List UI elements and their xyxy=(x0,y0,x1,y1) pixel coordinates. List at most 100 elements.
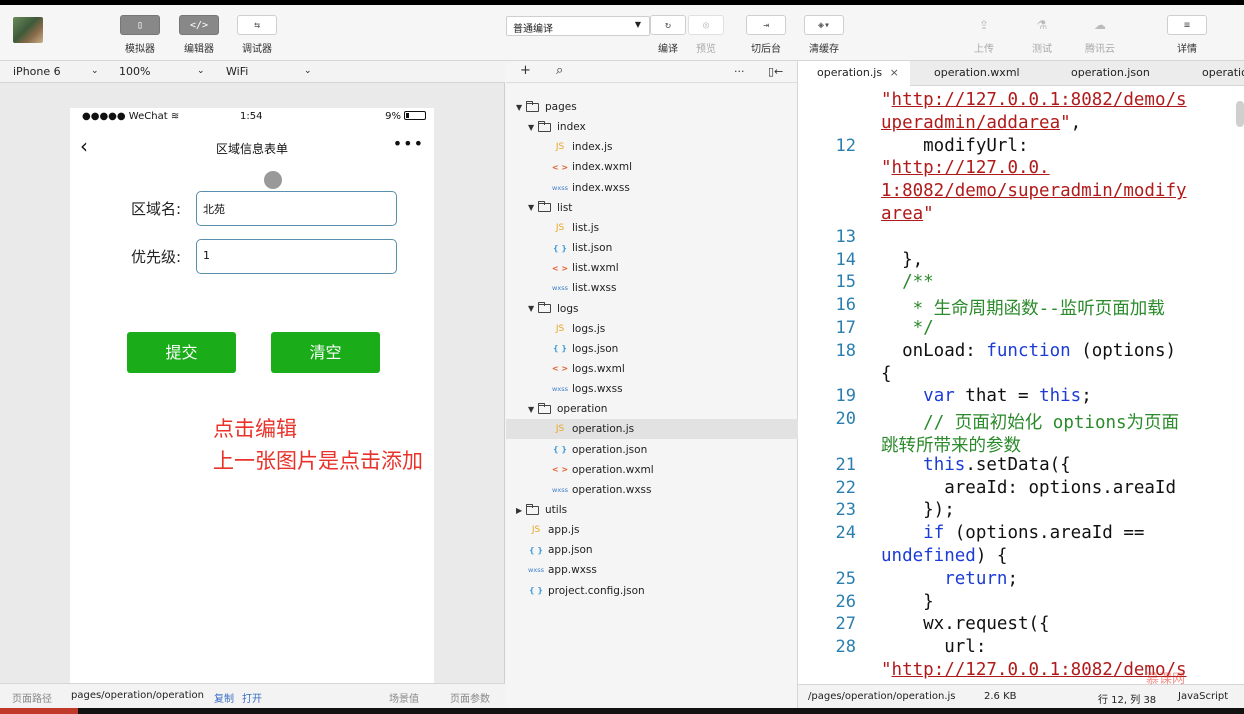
file-tree-bar: + ⌕ ··· ▯← xyxy=(506,61,798,83)
caret-down-icon[interactable]: ▼ xyxy=(528,123,538,132)
page-params-button[interactable]: 页面参数 xyxy=(450,690,490,705)
user-avatar[interactable] xyxy=(13,17,43,43)
file-item[interactable]: < > list.wxml xyxy=(506,258,798,278)
tab-operation-json[interactable]: operation.json xyxy=(1071,61,1150,86)
clear-cache-button[interactable]: ◈▾ 清缓存 xyxy=(804,15,844,55)
refresh-icon: ↻ xyxy=(650,15,686,35)
background-button[interactable]: ⇥ 切后台 xyxy=(746,15,786,55)
file-item[interactable]: wxss index.wxss xyxy=(506,178,798,198)
folder-item[interactable]: ▶ utils xyxy=(506,500,798,520)
code-line: "http://127.0.0. xyxy=(881,158,1050,179)
wxml-file-icon: < > xyxy=(551,465,569,475)
json-file-icon: { } xyxy=(552,344,568,354)
json-file-icon: { } xyxy=(552,445,568,455)
file-item[interactable]: < > index.wxml xyxy=(506,157,798,177)
file-item[interactable]: < > logs.wxml xyxy=(506,359,798,379)
simulator-button[interactable]: ▯ 模拟器 xyxy=(120,15,160,55)
code-area[interactable]: "http://127.0.0.1:8082/demo/s uperadmin/a… xyxy=(798,86,1244,684)
search-icon[interactable]: ⌕ xyxy=(556,63,563,78)
language-mode[interactable]: JavaScript xyxy=(1178,691,1228,702)
test-button[interactable]: ⚗ 测试 xyxy=(1022,15,1062,55)
area-name-input[interactable]: 北苑 xyxy=(196,191,397,226)
tree-item-label: index xyxy=(557,121,586,134)
more-menu-button[interactable]: ••• xyxy=(393,134,424,153)
debugger-button[interactable]: ⇆ 调试器 xyxy=(237,15,277,55)
tab-operation-js[interactable]: operation.js × xyxy=(798,61,910,86)
layers-icon: ◈▾ xyxy=(804,15,844,35)
collapse-panel-icon[interactable]: ▯← xyxy=(768,65,783,78)
caret-down-icon[interactable]: ▼ xyxy=(516,103,526,112)
editor-status-bar: /pages/operation/operation.js 2.6 KB 行 1… xyxy=(798,684,1244,708)
folder-item[interactable]: ▼ operation xyxy=(506,399,798,419)
preview-button[interactable]: ◎ 预览 xyxy=(688,15,724,55)
caret-down-icon[interactable]: ▼ xyxy=(528,304,538,313)
line-number: 23 xyxy=(835,500,856,521)
code-line: var that = this; xyxy=(923,386,1092,407)
tree-item-label: logs.json xyxy=(572,342,619,355)
code-line: /** xyxy=(902,272,934,293)
chevron-down-icon: ⌄ xyxy=(197,66,205,76)
js-file-icon: JS xyxy=(555,424,565,435)
file-item[interactable]: JS operation.js xyxy=(506,419,798,440)
folder-item[interactable]: ▼ logs xyxy=(506,299,798,319)
tree-item-label: index.wxml xyxy=(572,161,633,174)
file-item[interactable]: JS list.js xyxy=(506,218,798,238)
upload-button[interactable]: ⇪ 上传 xyxy=(964,15,1004,55)
tree-item-label: app.js xyxy=(548,524,580,537)
watermark-logo: 慕课网 xyxy=(1146,672,1186,687)
device-select[interactable]: iPhone 6 ⌄ xyxy=(13,65,99,78)
editor-scrollbar[interactable] xyxy=(1236,101,1244,127)
folder-item[interactable]: ▼ index xyxy=(506,117,798,137)
folder-icon xyxy=(538,402,551,414)
tree-item-label: list.js xyxy=(572,221,600,234)
close-icon[interactable]: × xyxy=(890,66,899,79)
file-item[interactable]: wxss app.wxss xyxy=(506,560,798,580)
file-item[interactable]: wxss logs.wxss xyxy=(506,379,798,399)
more-icon[interactable]: ··· xyxy=(734,65,745,78)
tree-item-label: app.json xyxy=(548,544,593,557)
add-file-icon[interactable]: + xyxy=(520,63,531,78)
folder-icon xyxy=(538,302,551,313)
clear-button[interactable]: 清空 xyxy=(271,332,380,373)
tree-item-label: utils xyxy=(545,504,568,516)
open-link[interactable]: 打开 xyxy=(242,690,262,705)
caret-down-icon[interactable]: ▼ xyxy=(528,405,538,414)
file-item[interactable]: { } logs.json xyxy=(506,339,798,359)
code-editor-panel: operation.js × operation.wxml operation.… xyxy=(798,61,1244,708)
scene-value-button[interactable]: 场景值 xyxy=(389,690,419,705)
compile-button[interactable]: ↻ 编译 xyxy=(650,15,686,55)
code-line: if (options.areaId == xyxy=(923,523,1145,544)
folder-icon xyxy=(526,100,539,112)
file-item[interactable]: JS index.js xyxy=(506,137,798,157)
file-item[interactable]: wxss operation.wxss xyxy=(506,480,798,500)
file-item[interactable]: JS app.js xyxy=(506,520,798,540)
js-file-icon: JS xyxy=(531,525,541,536)
tab-operation-wxml[interactable]: operation.wxml xyxy=(934,61,1020,86)
compile-mode-select[interactable]: 普通编译 ▼ xyxy=(506,16,650,36)
copy-link[interactable]: 复制 xyxy=(214,690,234,705)
file-item[interactable]: { } operation.json xyxy=(506,440,798,460)
code-line: undefined) { xyxy=(881,546,1008,566)
file-item[interactable]: wxss list.wxss xyxy=(506,278,798,298)
caret-down-icon[interactable]: ▼ xyxy=(528,203,538,212)
submit-button[interactable]: 提交 xyxy=(127,332,236,373)
folder-item[interactable]: ▼ list xyxy=(506,198,798,218)
tree-item-label: project.config.json xyxy=(548,584,645,597)
details-button[interactable]: ≡ 详情 xyxy=(1167,15,1207,55)
file-item[interactable]: { } project.config.json xyxy=(506,581,798,601)
file-item[interactable]: < > operation.wxml xyxy=(506,460,798,480)
zoom-select[interactable]: 100% ⌄ xyxy=(119,65,205,78)
caret-right-icon[interactable]: ▶ xyxy=(516,506,526,515)
cloud-button[interactable]: ☁ 腾讯云 xyxy=(1080,15,1120,55)
json-file-icon: { } xyxy=(552,243,568,253)
wxss-file-icon: wxss xyxy=(552,485,568,494)
file-item[interactable]: { } app.json xyxy=(506,540,798,560)
network-select[interactable]: WiFi ⌄ xyxy=(226,65,312,78)
editor-button[interactable]: </> 编辑器 xyxy=(179,15,219,55)
video-progress-strip xyxy=(0,708,1244,714)
tab-operation-more[interactable]: operatio xyxy=(1202,61,1244,86)
file-item[interactable]: JS logs.js xyxy=(506,319,798,339)
priority-input[interactable]: 1 xyxy=(196,239,397,274)
folder-item[interactable]: ▼ pages xyxy=(506,97,798,117)
file-item[interactable]: { } list.json xyxy=(506,238,798,258)
